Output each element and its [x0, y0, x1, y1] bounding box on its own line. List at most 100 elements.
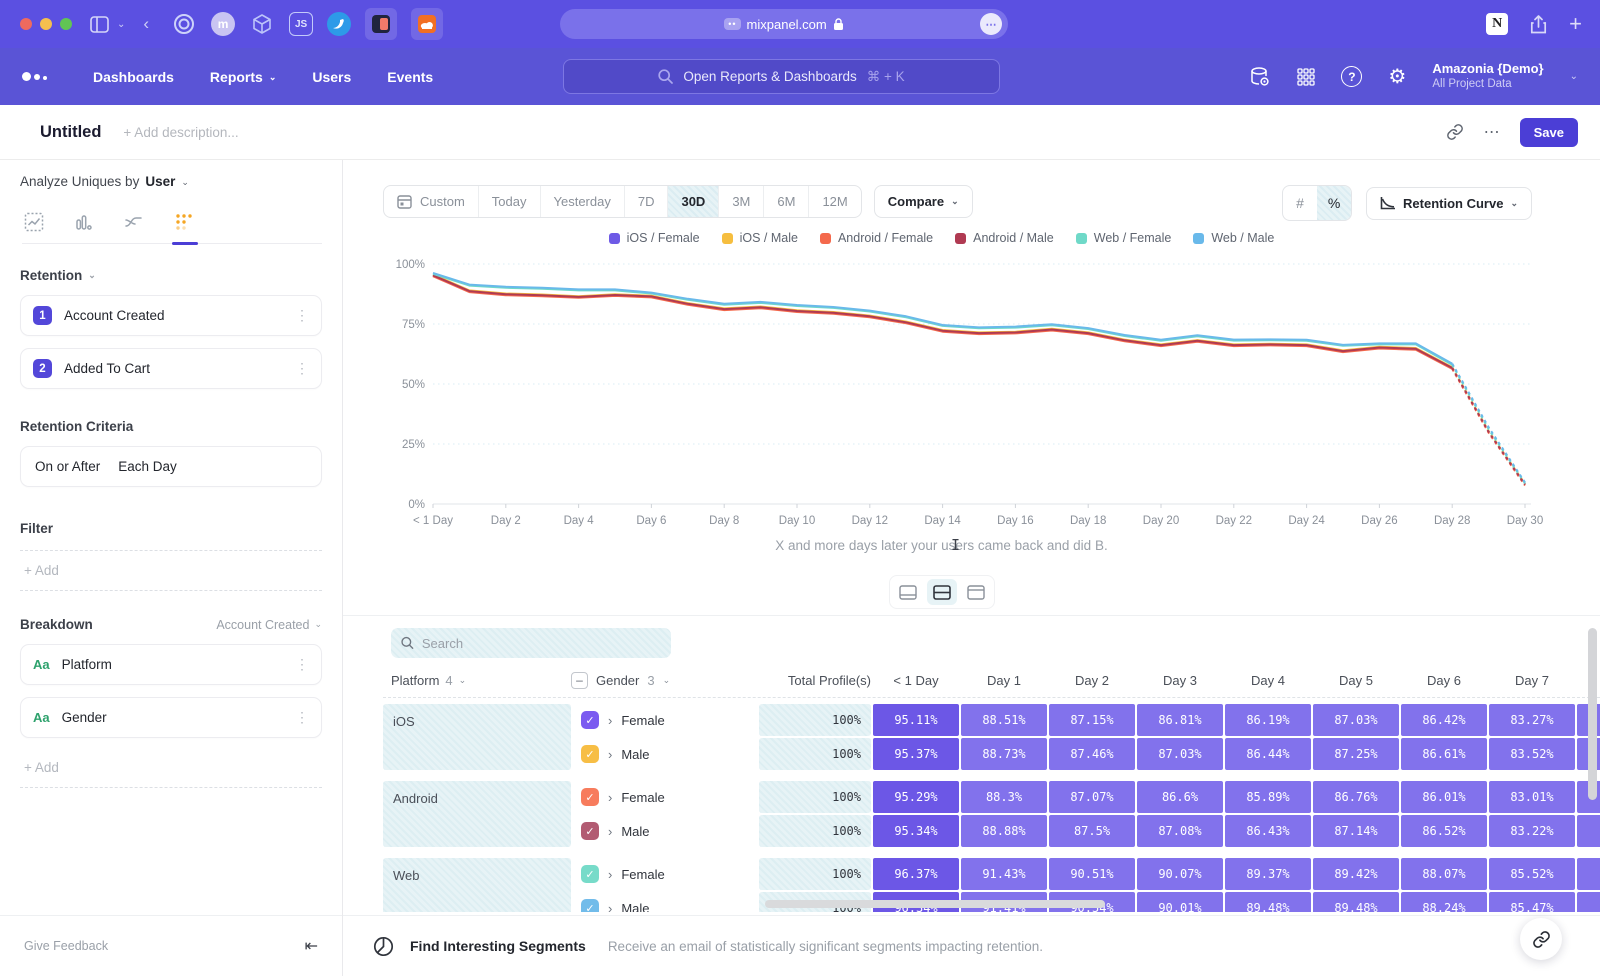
- data-management-icon[interactable]: [1249, 66, 1271, 88]
- share-link-fab[interactable]: [1520, 918, 1562, 960]
- js-extension-icon[interactable]: JS: [289, 12, 313, 36]
- give-feedback-link[interactable]: Give Feedback: [24, 939, 108, 953]
- expand-row-icon[interactable]: ›: [608, 713, 612, 728]
- back-icon[interactable]: ‹: [143, 14, 149, 34]
- notion-extension-icon[interactable]: N: [1486, 13, 1508, 35]
- m-avatar-extension-icon[interactable]: m: [211, 12, 235, 36]
- add-filter-button[interactable]: + Add: [20, 550, 322, 591]
- retention-value-cell[interactable]: 86.19%: [1225, 704, 1311, 736]
- retention-value-cell[interactable]: 95.37%: [873, 738, 959, 770]
- range-custom[interactable]: Custom: [384, 186, 479, 217]
- sidebar-toggle-icon[interactable]: [90, 16, 109, 33]
- retention-value-cell[interactable]: 85.52%: [1489, 858, 1575, 890]
- legend-item[interactable]: iOS / Male: [722, 231, 798, 245]
- cube-extension-icon[interactable]: [249, 11, 275, 37]
- minimize-window-button[interactable]: [40, 18, 52, 30]
- series-checkbox[interactable]: ✓: [581, 788, 599, 806]
- mixpanel-logo[interactable]: [22, 72, 47, 81]
- retention-value-cell[interactable]: 96.37%: [873, 858, 959, 890]
- chart-type-dropdown[interactable]: Retention Curve ⌄: [1366, 187, 1532, 220]
- platform-cell[interactable]: Android: [383, 781, 571, 847]
- journal-extension-icon[interactable]: [365, 8, 397, 40]
- retention-chart[interactable]: 100%75%50%25%0%< 1 DayDay 2Day 4Day 6Day…: [385, 252, 1545, 542]
- legend-item[interactable]: Web / Female: [1076, 231, 1172, 245]
- platform-column-header[interactable]: Platform 4 ⌄: [383, 673, 571, 688]
- retention-value-cell[interactable]: 86.76%: [1313, 781, 1399, 813]
- global-search-button[interactable]: Open Reports & Dashboards ⌘ + K: [563, 59, 1000, 94]
- retention-value-cell[interactable]: 87.46%: [1049, 738, 1135, 770]
- retention-value-cell[interactable]: 89.42%: [1313, 858, 1399, 890]
- nav-users[interactable]: Users: [312, 69, 351, 85]
- retention-value-cell[interactable]: 89.48%: [1225, 892, 1311, 912]
- percent-mode-button[interactable]: %: [1317, 186, 1351, 220]
- retention-value-cell[interactable]: 88.24%: [1401, 892, 1487, 912]
- retention-value-cell[interactable]: 83.22%: [1489, 815, 1575, 847]
- series-checkbox[interactable]: ✓: [581, 822, 599, 840]
- bird-extension-icon[interactable]: [327, 12, 351, 36]
- retention-value-cell[interactable]: 90.51%: [1049, 858, 1135, 890]
- kebab-menu-icon[interactable]: ⋮: [295, 709, 309, 726]
- cloud-extension-icon[interactable]: [411, 8, 443, 40]
- maximize-window-button[interactable]: [60, 18, 72, 30]
- legend-item[interactable]: iOS / Female: [609, 231, 700, 245]
- range-7d[interactable]: 7D: [625, 186, 669, 217]
- retention-criteria-card[interactable]: On or After Each Day: [20, 446, 322, 487]
- vertical-scrollbar[interactable]: [1588, 628, 1597, 800]
- range-6m[interactable]: 6M: [764, 186, 809, 217]
- find-segments-button[interactable]: Find Interesting Segments: [410, 938, 586, 954]
- retention-value-cell[interactable]: 87.5%: [1049, 815, 1135, 847]
- range-yesterday[interactable]: Yesterday: [541, 186, 625, 217]
- retention-value-cell[interactable]: 87.25%: [1313, 738, 1399, 770]
- retention-value-cell[interactable]: 86.81%: [1137, 704, 1223, 736]
- day-column-header[interactable]: < 1 Day: [873, 673, 959, 688]
- day-column-header[interactable]: Day 5: [1313, 673, 1399, 688]
- share-icon[interactable]: [1530, 15, 1547, 34]
- new-tab-icon[interactable]: +: [1569, 11, 1582, 37]
- more-options-icon[interactable]: ⋯: [1484, 122, 1500, 142]
- day-column-header[interactable]: Day 7: [1489, 673, 1575, 688]
- kebab-menu-icon[interactable]: ⋮: [295, 307, 309, 324]
- horizontal-scrollbar[interactable]: [765, 900, 1105, 908]
- kebab-menu-icon[interactable]: ⋮: [295, 656, 309, 673]
- retention-value-cell[interactable]: 87.07%: [1049, 781, 1135, 813]
- count-mode-button[interactable]: #: [1283, 186, 1317, 220]
- criteria-on-or-after[interactable]: On or After: [35, 459, 100, 474]
- chevron-down-icon[interactable]: ⌄: [117, 19, 125, 30]
- retention-value-cell[interactable]: 91.43%: [961, 858, 1047, 890]
- apps-grid-icon[interactable]: [1297, 68, 1315, 86]
- compare-button[interactable]: Compare ⌄: [874, 185, 973, 218]
- day-column-header[interactable]: Day 4: [1225, 673, 1311, 688]
- tab-insights[interactable]: [22, 211, 46, 233]
- add-breakdown-button[interactable]: + Add: [20, 748, 322, 788]
- day-column-header[interactable]: Day 6: [1401, 673, 1487, 688]
- retention-value-cell[interactable]: 86.52%: [1401, 815, 1487, 847]
- tab-retention[interactable]: [172, 211, 196, 233]
- close-window-button[interactable]: [20, 18, 32, 30]
- retention-value-cell[interactable]: 90.01%: [1137, 892, 1223, 912]
- retention-value-cell[interactable]: 86.01%: [1401, 781, 1487, 813]
- series-checkbox[interactable]: ✓: [581, 711, 599, 729]
- expand-row-icon[interactable]: ›: [608, 901, 612, 913]
- retention-value-cell[interactable]: 87.14%: [1313, 815, 1399, 847]
- retention-value-cell[interactable]: 95.11%: [873, 704, 959, 736]
- range-30d[interactable]: 30D: [668, 186, 719, 217]
- settings-gear-icon[interactable]: ⚙: [1388, 64, 1406, 89]
- retention-value-cell[interactable]: 86.6%: [1137, 781, 1223, 813]
- expand-row-icon[interactable]: ›: [608, 867, 612, 882]
- retention-value-cell[interactable]: 88.73%: [961, 738, 1047, 770]
- range-today[interactable]: Today: [479, 186, 541, 217]
- range-3m[interactable]: 3M: [719, 186, 764, 217]
- retention-value-cell[interactable]: 87.15%: [1049, 704, 1135, 736]
- retention-value-cell[interactable]: 83.01%: [1489, 781, 1575, 813]
- retention-value-cell[interactable]: 88.07%: [1401, 858, 1487, 890]
- retention-value-cell[interactable]: 86.61%: [1401, 738, 1487, 770]
- retention-value-cell[interactable]: 83.27%: [1489, 704, 1575, 736]
- legend-item[interactable]: Android / Male: [955, 231, 1054, 245]
- select-all-checkbox[interactable]: –: [571, 672, 588, 689]
- platform-cell[interactable]: Web: [383, 858, 571, 912]
- day-column-header[interactable]: Day 1: [961, 673, 1047, 688]
- table-search[interactable]: [391, 628, 671, 658]
- tab-flows[interactable]: [122, 211, 146, 233]
- gender-column-header[interactable]: – Gender 3 ⌄: [571, 672, 759, 689]
- retention-value-cell[interactable]: 87.03%: [1313, 704, 1399, 736]
